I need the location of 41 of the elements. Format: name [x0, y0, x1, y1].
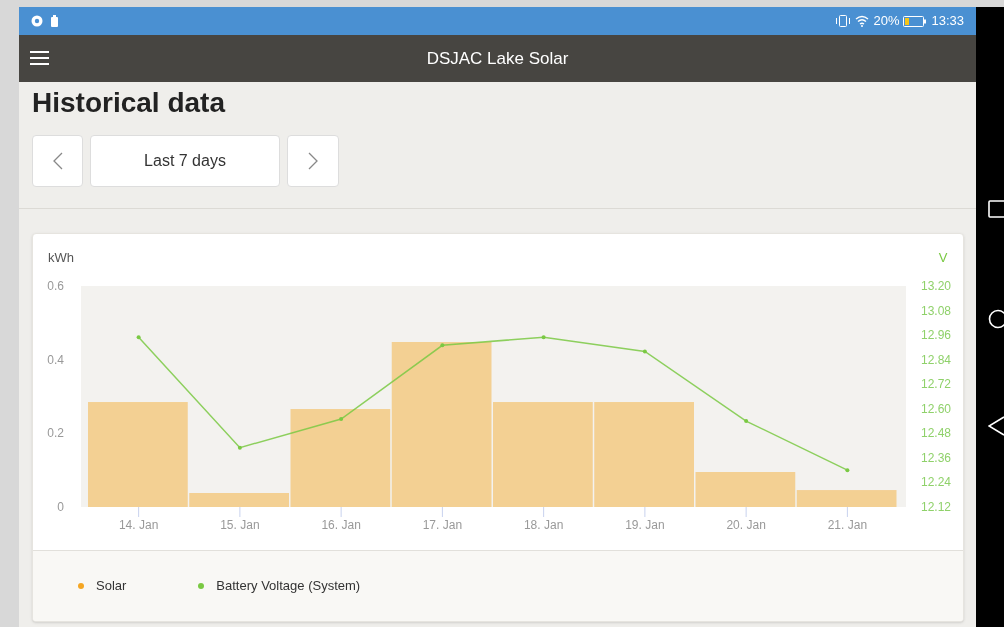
- browser-icon: [31, 15, 43, 27]
- battery-small-icon: [51, 15, 58, 27]
- app-title: DSJAC Lake Solar: [426, 47, 569, 70]
- previous-button[interactable]: [32, 135, 83, 187]
- y2-tick-label: 12.36: [921, 450, 952, 465]
- legend-label: Battery Voltage (System): [216, 577, 361, 596]
- x-tick-label: 14. Jan: [118, 518, 159, 532]
- y2-axis-unit: V: [938, 250, 948, 265]
- y-tick-label: 0.6: [47, 279, 64, 293]
- chevron-right-icon: [308, 152, 318, 170]
- next-button[interactable]: [287, 135, 339, 187]
- y2-tick-label: 12.48: [921, 426, 952, 441]
- battery-icon: [903, 15, 928, 27]
- wifi-icon: [855, 15, 870, 27]
- y2-tick-label: 12.96: [921, 328, 952, 343]
- period-selector[interactable]: Last 7 days: [90, 135, 280, 187]
- x-tick-label: 18. Jan: [523, 518, 564, 532]
- y2-tick-label: 12.84: [921, 352, 952, 367]
- vibrate-icon: [835, 15, 852, 27]
- y2-tick-label: 13.08: [921, 303, 952, 318]
- legend-label: Solar: [96, 577, 127, 596]
- x-tick-label: 20. Jan: [726, 518, 766, 532]
- y-tick-label: 0.2: [47, 426, 64, 441]
- page-title: Historical data: [32, 86, 227, 120]
- y2-tick-label: 12.24: [921, 475, 952, 490]
- x-tick-label: 16. Jan: [321, 518, 361, 532]
- y2-tick-label: 12.60: [921, 401, 952, 416]
- y-tick-label: 0.4: [47, 352, 64, 367]
- x-tick-label: 21. Jan: [827, 518, 868, 532]
- y-tick-label: 0: [57, 500, 64, 514]
- y2-tick-label: 13.20: [921, 279, 952, 293]
- x-tick-label: 15. Jan: [220, 518, 260, 532]
- menu-button[interactable]: [30, 49, 50, 67]
- y2-tick-label: 12.12: [921, 500, 952, 514]
- battery-percent: 20%: [873, 12, 900, 31]
- x-tick-label: 19. Jan: [625, 518, 665, 532]
- clock-time: 13:33: [931, 12, 964, 31]
- x-tick-label: 17. Jan: [422, 518, 463, 532]
- y-axis-unit: kWh: [48, 250, 74, 265]
- chevron-left-icon: [52, 152, 63, 170]
- y2-tick-label: 12.72: [921, 377, 952, 392]
